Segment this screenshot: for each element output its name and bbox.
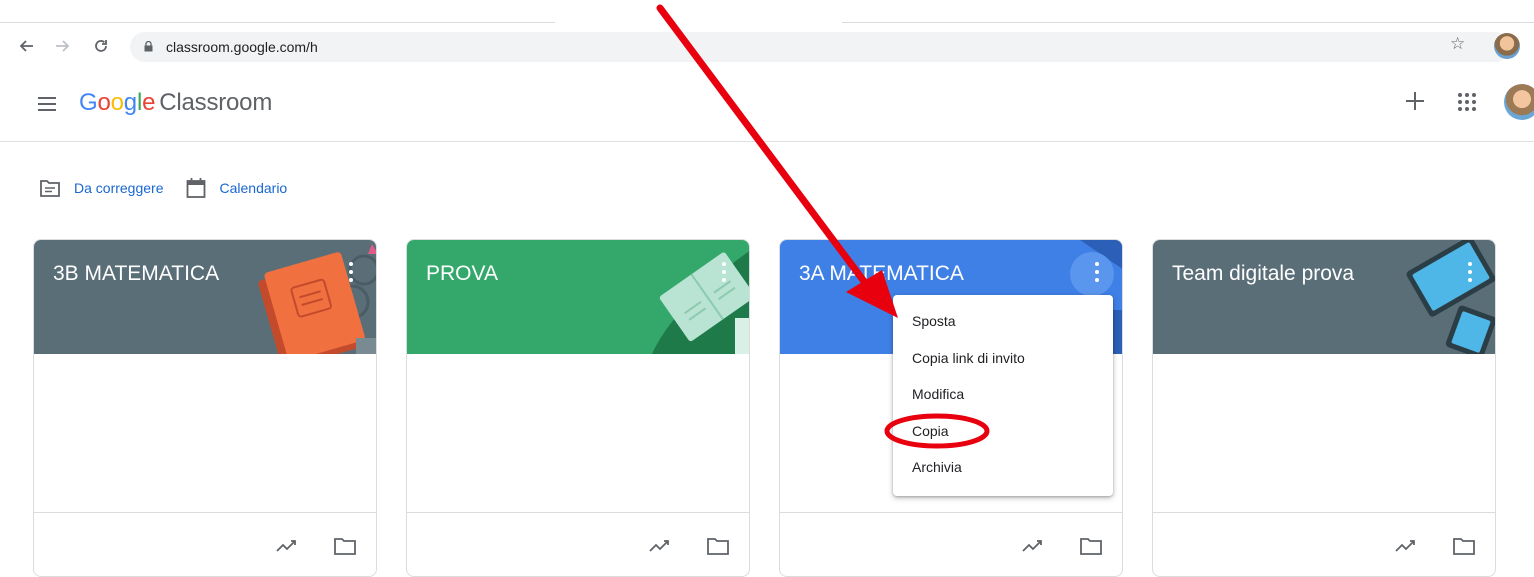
menu-item-edit[interactable]: Modifica xyxy=(893,376,1113,413)
card-banner[interactable]: 3B MATEMATICA xyxy=(34,240,376,354)
plus-icon[interactable] xyxy=(1402,88,1428,114)
banner-illustration xyxy=(652,251,749,354)
banner-illustration xyxy=(1406,240,1495,354)
to-review-label: Da correggere xyxy=(74,180,164,196)
trending-up-icon[interactable] xyxy=(1395,537,1417,553)
menu-item-copy-invite-link[interactable]: Copia link di invito xyxy=(893,340,1113,377)
more-options-icon[interactable] xyxy=(1094,262,1100,282)
address-bar[interactable]: classroom.google.com/h xyxy=(130,32,1510,62)
class-card[interactable]: Team digitale prova xyxy=(1152,239,1496,577)
card-title[interactable]: 3B MATEMATICA xyxy=(53,262,219,286)
card-footer xyxy=(34,512,376,576)
brand-letter: o xyxy=(97,89,111,116)
tab-divider xyxy=(0,22,555,23)
browser-profile-avatar[interactable] xyxy=(1494,33,1520,59)
card-title[interactable]: 3A MATEMATICA xyxy=(799,262,964,286)
star-icon[interactable]: ☆ xyxy=(1450,34,1465,54)
brand-letter: g xyxy=(123,89,137,116)
menu-item-archive[interactable]: Archivia xyxy=(893,449,1113,486)
menu-item-move[interactable]: Sposta xyxy=(893,303,1113,340)
menu-item-copy[interactable]: Copia xyxy=(893,413,1113,450)
browser-tab-strip xyxy=(0,0,1534,26)
back-arrow-icon[interactable] xyxy=(14,34,38,58)
class-card[interactable]: 3B MATEMATICA xyxy=(33,239,377,577)
menu-icon[interactable] xyxy=(38,97,56,111)
card-title[interactable]: Team digitale prova xyxy=(1172,262,1354,286)
folder-icon[interactable] xyxy=(1453,537,1475,555)
brand-letter: G xyxy=(79,89,98,116)
card-footer xyxy=(1153,512,1495,576)
brand-letter: e xyxy=(142,89,156,116)
more-options-icon[interactable] xyxy=(721,262,727,282)
lock-icon xyxy=(144,41,153,52)
brand-product: Classroom xyxy=(159,89,273,116)
calendar-label: Calendario xyxy=(219,180,288,196)
app-header: Google Classroom xyxy=(0,68,1534,142)
class-card[interactable]: PROVA xyxy=(406,239,750,577)
review-folder-icon xyxy=(40,180,60,197)
url-text: classroom.google.com/h xyxy=(166,39,318,55)
trending-up-icon[interactable] xyxy=(1022,537,1044,553)
folder-icon[interactable] xyxy=(707,537,729,555)
forward-arrow-icon[interactable] xyxy=(51,34,75,58)
tab-divider xyxy=(842,22,1534,23)
card-banner[interactable]: Team digitale prova xyxy=(1153,240,1495,354)
calendar-icon xyxy=(186,178,205,198)
card-footer xyxy=(780,512,1122,576)
apps-grid-icon[interactable] xyxy=(1458,93,1476,111)
banner-illustration xyxy=(258,244,376,354)
brand-letter: o xyxy=(110,89,124,116)
calendar-link[interactable]: Calendario xyxy=(186,177,288,199)
sub-navigation: Da correggere Calendario xyxy=(40,175,309,201)
screen: classroom.google.com/h ☆ Google Classroom… xyxy=(0,0,1534,577)
trending-up-icon[interactable] xyxy=(649,537,671,553)
card-footer xyxy=(407,512,749,576)
more-options-icon[interactable] xyxy=(348,262,354,282)
trending-up-icon[interactable] xyxy=(276,537,298,553)
more-options-icon[interactable] xyxy=(1467,262,1473,282)
folder-icon[interactable] xyxy=(1080,537,1102,555)
reload-icon[interactable] xyxy=(89,34,113,58)
to-review-link[interactable]: Da correggere xyxy=(40,179,164,197)
app-logo[interactable]: Google Classroom xyxy=(79,89,272,117)
folder-icon[interactable] xyxy=(334,537,356,555)
card-title[interactable]: PROVA xyxy=(426,262,498,286)
card-options-menu: Sposta Copia link di invito Modifica Cop… xyxy=(893,295,1113,496)
browser-toolbar: classroom.google.com/h ☆ xyxy=(0,26,1534,68)
card-banner[interactable]: PROVA xyxy=(407,240,749,354)
user-avatar[interactable] xyxy=(1504,84,1534,120)
